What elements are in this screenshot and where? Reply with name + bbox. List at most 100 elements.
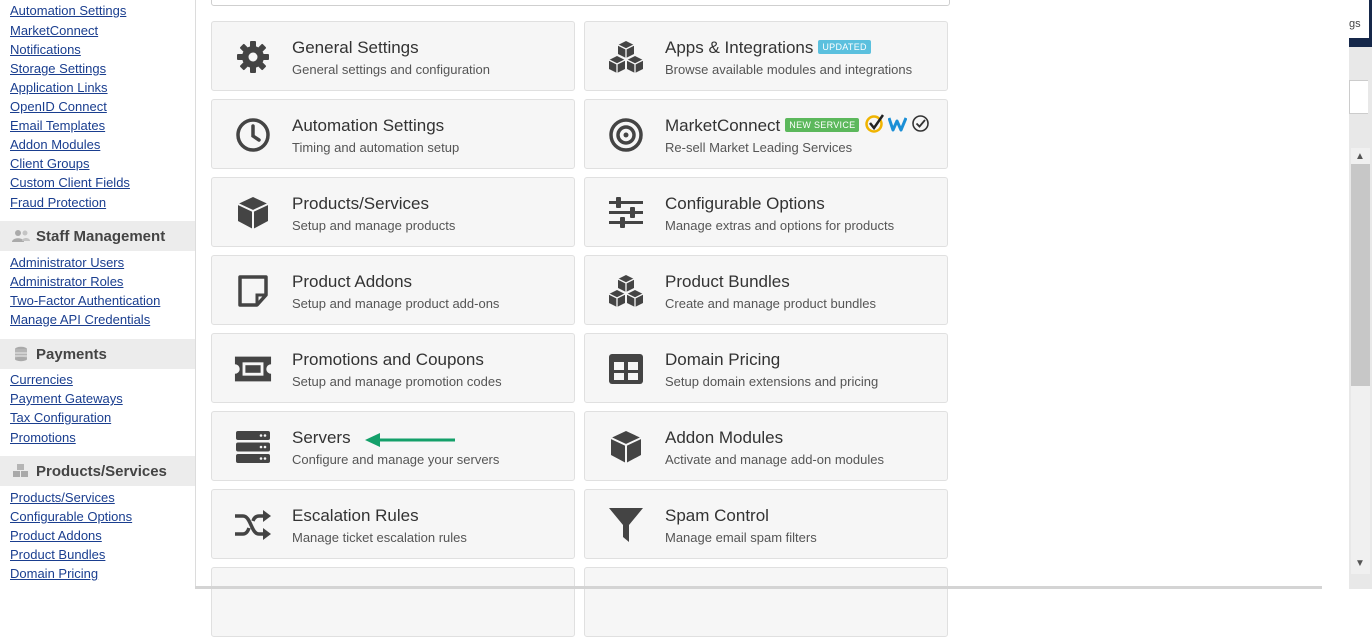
card-escalation-rules[interactable]: Escalation Rules Manage ticket escalatio…: [211, 489, 575, 559]
card-title: General Settings: [292, 38, 419, 57]
card-servers[interactable]: Servers Configure and manage your server…: [211, 411, 575, 481]
search-input[interactable]: [211, 0, 950, 6]
card-title: Promotions and Coupons: [292, 350, 484, 369]
card-promotions-coupons[interactable]: Promotions and Coupons Setup and manage …: [211, 333, 575, 403]
sidebar-link-domain-pricing[interactable]: Domain Pricing: [10, 566, 98, 582]
card-description: General settings and configuration: [292, 62, 491, 77]
updated-badge: UPDATED: [818, 39, 871, 54]
card-marketconnect[interactable]: MarketConnect NEW SERVICE Re-sell Market …: [584, 99, 948, 169]
section-heading-label: Products/Services: [36, 462, 167, 480]
card-title: Apps & Integrations UPDATED: [665, 38, 871, 58]
card-title: Domain Pricing: [665, 350, 781, 369]
users-icon: [12, 228, 30, 244]
shuffle-icon: [234, 506, 272, 544]
sidebar: Automation Settings MarketConnect Notifi…: [0, 0, 196, 589]
card-title: Servers: [292, 428, 351, 447]
card-title: Product Bundles: [665, 272, 790, 291]
card-product-addons[interactable]: Product Addons Setup and manage product …: [211, 255, 575, 325]
sliders-icon: [607, 194, 645, 232]
card-description: Setup domain extensions and pricing: [665, 374, 879, 389]
section-heading-label: Staff Management: [36, 227, 166, 245]
card-description: Setup and manage products: [292, 218, 456, 233]
sidebar-link-marketconnect[interactable]: MarketConnect: [10, 23, 98, 39]
sidebar-link-storage-settings[interactable]: Storage Settings: [10, 61, 106, 77]
card-description: Activate and manage add-on modules: [665, 452, 884, 467]
card-title-text: Apps & Integrations: [665, 38, 814, 57]
partner-logos: [865, 114, 930, 133]
gear-icon: [234, 38, 272, 76]
card-description: Browse available modules and integration…: [665, 62, 913, 77]
coins-icon: [12, 346, 30, 362]
card-automation-settings[interactable]: Automation Settings Timing and automatio…: [211, 99, 575, 169]
sidebar-link-administrator-roles[interactable]: Administrator Roles: [10, 274, 123, 290]
sidebar-link-client-groups[interactable]: Client Groups: [10, 156, 89, 172]
card-addon-modules[interactable]: Addon Modules Activate and manage add-on…: [584, 411, 948, 481]
sidebar-link-payment-gateways[interactable]: Payment Gateways: [10, 391, 123, 407]
card-partial[interactable]: [211, 567, 575, 637]
sidebar-link-promotions[interactable]: Promotions: [10, 430, 76, 446]
card-description: Create and manage product bundles: [665, 296, 877, 311]
card-title-text: MarketConnect: [665, 116, 781, 135]
vertical-scrollbar[interactable]: ▲ ▼: [1351, 148, 1370, 574]
sidebar-link-openid-connect[interactable]: OpenID Connect: [10, 99, 107, 115]
sidebar-link-two-factor-authentication[interactable]: Two-Factor Authentication: [10, 293, 160, 309]
card-title: Spam Control: [665, 506, 769, 525]
filter-icon: [607, 506, 645, 544]
card-apps-integrations[interactable]: Apps & Integrations UPDATED Browse availa…: [584, 21, 948, 91]
sidebar-link-tax-configuration[interactable]: Tax Configuration: [10, 410, 111, 426]
card-general-settings[interactable]: General Settings General settings and co…: [211, 21, 575, 91]
card-title: Escalation Rules: [292, 506, 419, 525]
card-description: Re-sell Market Leading Services: [665, 140, 853, 155]
card-title: Product Addons: [292, 272, 413, 291]
section-heading-label: Payments: [36, 345, 107, 363]
card-description: Setup and manage product add-ons: [292, 296, 500, 311]
card-title: Addon Modules: [665, 428, 784, 447]
card-products-services[interactable]: Products/Services Setup and manage produ…: [211, 177, 575, 247]
card-configurable-options[interactable]: Configurable Options Manage extras and o…: [584, 177, 948, 247]
side-input[interactable]: [1349, 80, 1368, 114]
scroll-up-icon[interactable]: ▲: [1355, 151, 1365, 162]
sidebar-link-administrator-users[interactable]: Administrator Users: [10, 255, 124, 271]
sidebar-link-application-links[interactable]: Application Links: [10, 80, 108, 96]
target-icon: [607, 116, 645, 154]
card-description: Timing and automation setup: [292, 140, 460, 155]
scroll-thumb[interactable]: [1351, 164, 1370, 386]
server-icon: [234, 428, 272, 466]
sidebar-link-products-services[interactable]: Products/Services: [10, 490, 115, 506]
sidebar-link-addon-modules[interactable]: Addon Modules: [10, 137, 100, 153]
table-icon: [607, 350, 645, 388]
box-icon: [234, 194, 272, 232]
card-partial[interactable]: [584, 567, 948, 637]
card-title: MarketConnect NEW SERVICE: [665, 114, 930, 136]
cubes-icon: [12, 463, 30, 479]
sidebar-link-product-addons[interactable]: Product Addons: [10, 528, 102, 544]
sidebar-link-email-templates[interactable]: Email Templates: [10, 118, 105, 134]
card-description: Setup and manage promotion codes: [292, 374, 502, 389]
sidebar-link-configurable-options[interactable]: Configurable Options: [10, 509, 132, 525]
box-icon: [607, 428, 645, 466]
clock-icon: [234, 116, 272, 154]
sidebar-link-notifications[interactable]: Notifications: [10, 42, 81, 58]
section-heading-payments: Payments: [0, 339, 195, 369]
new-service-badge: NEW SERVICE: [785, 117, 860, 132]
card-title: Products/Services: [292, 194, 429, 213]
sidebar-link-custom-client-fields[interactable]: Custom Client Fields: [10, 175, 130, 191]
card-title: Automation Settings: [292, 116, 445, 135]
sidebar-link-fraud-protection[interactable]: Fraud Protection: [10, 195, 106, 211]
sidebar-link-manage-api-credentials[interactable]: Manage API Credentials: [10, 312, 150, 328]
card-product-bundles[interactable]: Product Bundles Create and manage produc…: [584, 255, 948, 325]
card-description: Manage email spam filters: [665, 530, 817, 545]
card-spam-control[interactable]: Spam Control Manage email spam filters: [584, 489, 948, 559]
cubes-icon: [607, 272, 645, 310]
cubes-icon: [607, 38, 645, 76]
card-domain-pricing[interactable]: Domain Pricing Setup domain extensions a…: [584, 333, 948, 403]
sidebar-link-product-bundles[interactable]: Product Bundles: [10, 547, 105, 563]
sidebar-link-automation-settings[interactable]: Automation Settings: [10, 3, 126, 19]
section-heading-staff-management: Staff Management: [0, 221, 195, 251]
sidebar-link-currencies[interactable]: Currencies: [10, 372, 73, 388]
card-description: Manage extras and options for products: [665, 218, 895, 233]
ticket-icon: [234, 350, 272, 388]
nav-button-label: gs: [1349, 18, 1361, 30]
check-logo-icon: [865, 114, 885, 133]
scroll-down-icon[interactable]: ▼: [1355, 558, 1365, 569]
